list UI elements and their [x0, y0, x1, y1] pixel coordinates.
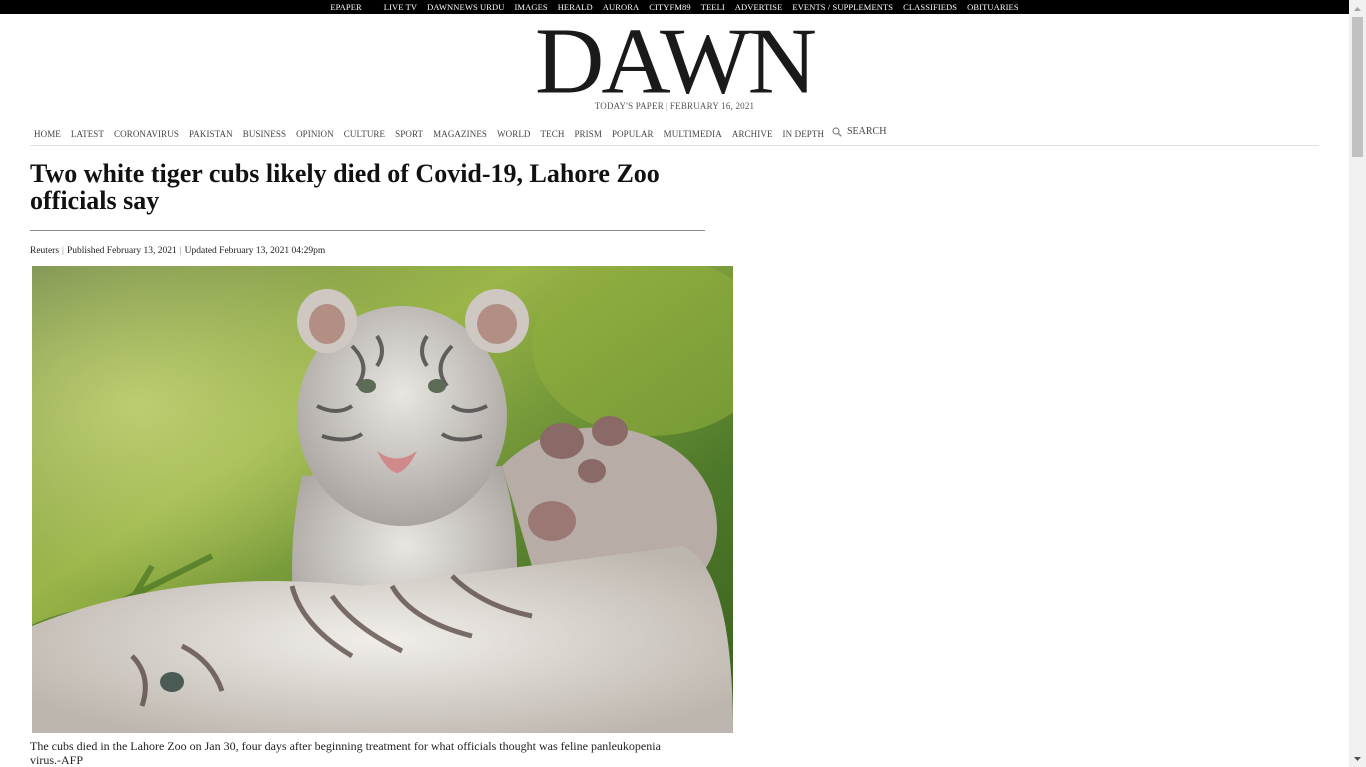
- topbar-link-dawnnews-urdu[interactable]: DAWNNEWS URDU: [422, 0, 509, 14]
- scrollbar-thumb[interactable]: [1352, 17, 1363, 157]
- nav-prism[interactable]: PRISM: [574, 129, 602, 139]
- nav-world[interactable]: WORLD: [497, 129, 531, 139]
- article-headline: Two white tiger cubs likely died of Covi…: [30, 159, 660, 215]
- topbar-link-epaper[interactable]: EPAPER: [325, 0, 366, 14]
- nav-pakistan[interactable]: PAKISTAN: [189, 129, 233, 139]
- nav-latest[interactable]: LATEST: [71, 129, 104, 139]
- topbar-link-live-tv[interactable]: LIVE TV: [379, 0, 422, 14]
- todays-paper-link[interactable]: TODAY'S PAPER: [595, 101, 664, 111]
- separator: |: [665, 101, 668, 111]
- nav-home[interactable]: HOME: [34, 129, 61, 139]
- nav-magazines[interactable]: MAGAZINES: [433, 129, 487, 139]
- headline-divider: [30, 230, 705, 231]
- nav-coronavirus[interactable]: CORONAVIRUS: [114, 129, 179, 139]
- nav-multimedia[interactable]: MULTIMEDIA: [664, 129, 722, 139]
- article-photo: [32, 266, 733, 733]
- search-button[interactable]: SEARCH: [832, 126, 886, 137]
- scroll-down-arrow-icon[interactable]: [1349, 750, 1366, 767]
- nav-in-depth[interactable]: IN DEPTH: [783, 129, 825, 139]
- byline-separator: |: [179, 246, 182, 256]
- byline-updated: Updated February 13, 2021 04:29pm: [184, 246, 326, 256]
- masthead: DAWN: [0, 13, 1349, 107]
- byline-separator: |: [62, 246, 64, 256]
- topbar-link-obituaries[interactable]: OBITUARIES: [962, 0, 1024, 14]
- tiger-cubs-image: [32, 266, 733, 733]
- nav-business[interactable]: BUSINESS: [243, 129, 286, 139]
- nav-sport[interactable]: SPORT: [395, 129, 423, 139]
- topbar-link-classifieds[interactable]: CLASSIFIEDS: [898, 0, 962, 14]
- nav-popular[interactable]: POPULAR: [612, 129, 654, 139]
- byline-source[interactable]: Reuters: [30, 246, 59, 256]
- nav-tech[interactable]: TECH: [541, 129, 565, 139]
- main-nav: HOME LATEST CORONAVIRUS PAKISTAN BUSINES…: [30, 122, 1319, 146]
- photo-caption: The cubs died in the Lahore Zoo on Jan 3…: [30, 739, 661, 767]
- byline-published: Published February 13, 2021: [66, 246, 177, 256]
- paper-date: FEBRUARY 16, 2021: [669, 101, 755, 111]
- scroll-up-arrow-icon[interactable]: [1349, 0, 1366, 17]
- vertical-scrollbar[interactable]: [1349, 0, 1366, 767]
- dawn-logo[interactable]: DAWN: [535, 13, 817, 107]
- todays-paper-line: TODAY'S PAPER | FEBRUARY 16, 2021: [0, 101, 1349, 111]
- nav-opinion[interactable]: OPINION: [296, 129, 334, 139]
- search-icon: [832, 126, 842, 137]
- article-byline: Reuters | Published February 13, 2021 | Upda…: [30, 246, 325, 256]
- search-label: SEARCH: [847, 126, 887, 137]
- nav-archive[interactable]: ARCHIVE: [732, 129, 773, 139]
- nav-culture[interactable]: CULTURE: [344, 129, 385, 139]
